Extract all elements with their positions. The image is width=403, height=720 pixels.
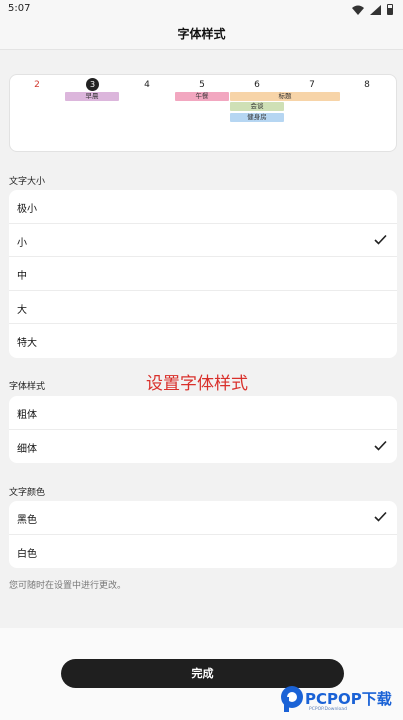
font-size-label: 文字大小 bbox=[9, 177, 46, 187]
calendar-day: 4 bbox=[144, 80, 150, 90]
option-label: 细体 bbox=[17, 443, 37, 455]
text-color-option-white[interactable]: 白色 bbox=[9, 535, 397, 569]
font-size-option-xlarge[interactable]: 特大 bbox=[9, 324, 397, 358]
watermark: PCPOP下载 PCPOP.Download bbox=[277, 684, 403, 720]
signal-icon bbox=[370, 4, 381, 15]
font-size-option-large[interactable]: 大 bbox=[9, 291, 397, 325]
check-icon bbox=[374, 511, 387, 522]
option-label: 极小 bbox=[17, 204, 37, 215]
option-label: 粗体 bbox=[17, 410, 37, 421]
font-size-option-medium[interactable]: 中 bbox=[9, 257, 397, 291]
check-icon bbox=[374, 234, 387, 245]
app-header: 字体样式 bbox=[0, 20, 403, 50]
option-label: 黑色 bbox=[17, 515, 37, 526]
text-color-label: 文字颜色 bbox=[9, 488, 46, 498]
wifi-icon bbox=[352, 5, 364, 15]
calendar-event: 早晨 bbox=[65, 92, 119, 101]
status-time: 5:07 bbox=[8, 3, 31, 14]
font-size-option-xsmall[interactable]: 极小 bbox=[9, 190, 397, 224]
option-label: 白色 bbox=[17, 548, 37, 560]
calendar-preview: 2 3 4 5 6 7 8 早晨 午餐 标题 会谈 健身房 bbox=[9, 74, 397, 152]
status-bar: 5:07 bbox=[0, 0, 403, 20]
page-title: 字体样式 bbox=[177, 27, 226, 41]
text-color-card: 黑色 白色 bbox=[9, 501, 397, 569]
font-style-option-thin[interactable]: 细体 bbox=[9, 430, 397, 464]
option-label: 中 bbox=[17, 271, 27, 283]
option-label: 小 bbox=[17, 237, 27, 249]
calendar-event: 标题 bbox=[230, 92, 340, 101]
calendar-event: 会谈 bbox=[230, 102, 284, 111]
font-size-card: 极小 小 中 大 特大 bbox=[9, 190, 397, 358]
watermark-subtext: PCPOP.Download bbox=[309, 707, 347, 712]
calendar-day-selected: 3 bbox=[86, 78, 99, 91]
calendar-event: 健身房 bbox=[230, 113, 284, 122]
font-style-option-bold[interactable]: 粗体 bbox=[9, 396, 397, 430]
option-label: 大 bbox=[17, 304, 27, 316]
calendar-day: 7 bbox=[309, 80, 315, 90]
calendar-day: 6 bbox=[254, 80, 260, 90]
text-color-option-black[interactable]: 黑色 bbox=[9, 501, 397, 535]
footnote: 您可随时在设置中进行更改。 bbox=[9, 581, 127, 591]
pcpop-logo-icon bbox=[281, 686, 303, 712]
overlay-title: 设置字体样式 bbox=[146, 374, 248, 394]
font-style-label: 字体样式 bbox=[9, 382, 46, 392]
status-icons bbox=[352, 4, 393, 15]
check-icon bbox=[374, 440, 387, 451]
battery-icon bbox=[387, 4, 393, 15]
option-label: 特大 bbox=[17, 338, 37, 350]
watermark-text: PCPOP下载 bbox=[305, 690, 392, 708]
font-style-card: 粗体 细体 bbox=[9, 396, 397, 464]
calendar-event: 午餐 bbox=[175, 92, 229, 101]
calendar-day: 2 bbox=[34, 80, 40, 90]
font-size-option-small[interactable]: 小 bbox=[9, 224, 397, 258]
calendar-day: 8 bbox=[364, 80, 370, 90]
calendar-day: 5 bbox=[199, 80, 205, 90]
